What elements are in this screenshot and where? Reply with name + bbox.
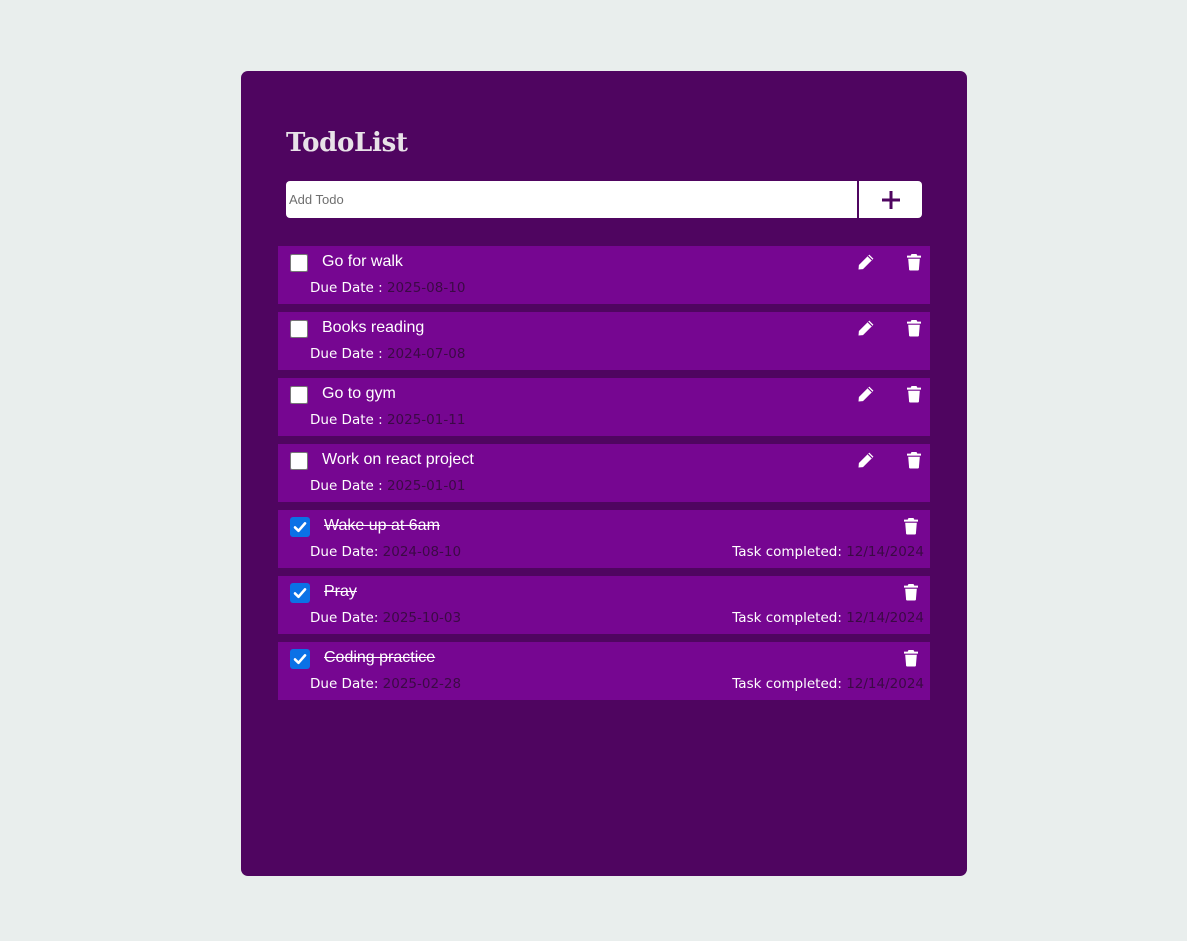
completed-label: Task completed: bbox=[732, 610, 847, 626]
todo-text: Coding practice bbox=[324, 649, 436, 666]
todo-item: Work on react project Due Date : 2025-01… bbox=[278, 444, 930, 502]
pencil-icon bbox=[858, 254, 874, 270]
completed-date-value: 12/14/2024 bbox=[846, 676, 924, 692]
due-date: Due Date : 2025-08-10 bbox=[310, 280, 465, 296]
pencil-icon bbox=[858, 386, 874, 402]
edit-button[interactable] bbox=[856, 318, 876, 338]
add-todo-form bbox=[286, 181, 922, 218]
due-date: Due Date: 2025-02-28 bbox=[310, 676, 461, 692]
trash-icon bbox=[907, 320, 921, 337]
trash-icon bbox=[907, 386, 921, 403]
add-todo-button[interactable] bbox=[859, 181, 922, 218]
todo-checkbox[interactable] bbox=[290, 649, 310, 669]
pencil-icon bbox=[858, 452, 874, 468]
trash-icon bbox=[904, 518, 918, 535]
todo-item: Go for walk Due Date : 2025-08-10 bbox=[278, 246, 930, 304]
todo-text: Go for walk bbox=[322, 253, 403, 270]
due-date-value: 2024-07-08 bbox=[386, 346, 466, 362]
edit-button[interactable] bbox=[856, 450, 876, 470]
due-date: Due Date : 2025-01-11 bbox=[310, 412, 465, 428]
todo-checkbox[interactable] bbox=[290, 254, 308, 272]
todo-text: Wake up at 6am bbox=[324, 517, 440, 534]
trash-icon bbox=[907, 254, 921, 271]
delete-button[interactable] bbox=[901, 582, 921, 602]
due-date-value: 2024-08-10 bbox=[382, 544, 462, 560]
delete-button[interactable] bbox=[901, 648, 921, 668]
due-date-label: Due Date: bbox=[310, 544, 383, 560]
completed-date-value: 12/14/2024 bbox=[846, 610, 924, 626]
completed-date: Task completed: 12/14/2024 bbox=[732, 676, 924, 692]
due-date: Due Date: 2024-08-10 bbox=[310, 544, 461, 560]
delete-button[interactable] bbox=[904, 384, 924, 404]
due-date-value: 2025-10-03 bbox=[382, 610, 462, 626]
due-date-value: 2025-08-10 bbox=[386, 280, 466, 296]
todo-checkbox[interactable] bbox=[290, 517, 310, 537]
delete-button[interactable] bbox=[901, 516, 921, 536]
todo-item-completed: Pray Due Date: 2025-10-03 Task completed… bbox=[278, 576, 930, 634]
checkmark-icon bbox=[293, 588, 307, 599]
trash-icon bbox=[907, 452, 921, 469]
page-title: TodoList bbox=[286, 128, 408, 158]
add-todo-input[interactable] bbox=[286, 181, 857, 218]
todo-checkbox[interactable] bbox=[290, 452, 308, 470]
plus-icon bbox=[881, 190, 900, 209]
todo-text: Work on react project bbox=[322, 451, 474, 468]
todo-text: Go to gym bbox=[322, 385, 396, 402]
todo-list: Go for walk Due Date : 2025-08-10 Books … bbox=[278, 246, 930, 708]
due-date-value: 2025-02-28 bbox=[382, 676, 462, 692]
delete-button[interactable] bbox=[904, 252, 924, 272]
todo-text: Pray bbox=[324, 583, 357, 600]
due-date: Due Date: 2025-10-03 bbox=[310, 610, 461, 626]
edit-button[interactable] bbox=[856, 252, 876, 272]
todo-item: Go to gym Due Date : 2025-01-11 bbox=[278, 378, 930, 436]
due-date-value: 2025-01-01 bbox=[386, 478, 466, 494]
todo-card: TodoList Go for walk Due Date : 2025-08-… bbox=[241, 71, 967, 876]
due-date-label: Due Date : bbox=[310, 412, 387, 428]
trash-icon bbox=[904, 584, 918, 601]
due-date-value: 2025-01-11 bbox=[386, 412, 466, 428]
due-date-label: Due Date : bbox=[310, 346, 387, 362]
due-date-label: Due Date : bbox=[310, 478, 387, 494]
checkmark-icon bbox=[293, 654, 307, 665]
completed-label: Task completed: bbox=[732, 676, 847, 692]
todo-text: Books reading bbox=[322, 319, 425, 336]
completed-date: Task completed: 12/14/2024 bbox=[732, 610, 924, 626]
todo-item-completed: Coding practice Due Date: 2025-02-28 Tas… bbox=[278, 642, 930, 700]
todo-item: Books reading Due Date : 2024-07-08 bbox=[278, 312, 930, 370]
pencil-icon bbox=[858, 320, 874, 336]
edit-button[interactable] bbox=[856, 384, 876, 404]
due-date-label: Due Date : bbox=[310, 280, 387, 296]
completed-date-value: 12/14/2024 bbox=[846, 544, 924, 560]
due-date-label: Due Date: bbox=[310, 610, 383, 626]
todo-checkbox[interactable] bbox=[290, 583, 310, 603]
due-date: Due Date : 2024-07-08 bbox=[310, 346, 465, 362]
due-date-label: Due Date: bbox=[310, 676, 383, 692]
due-date: Due Date : 2025-01-01 bbox=[310, 478, 465, 494]
todo-checkbox[interactable] bbox=[290, 320, 308, 338]
delete-button[interactable] bbox=[904, 450, 924, 470]
delete-button[interactable] bbox=[904, 318, 924, 338]
completed-label: Task completed: bbox=[732, 544, 847, 560]
todo-checkbox[interactable] bbox=[290, 386, 308, 404]
completed-date: Task completed: 12/14/2024 bbox=[732, 544, 924, 560]
checkmark-icon bbox=[293, 522, 307, 533]
todo-item-completed: Wake up at 6am Due Date: 2024-08-10 Task… bbox=[278, 510, 930, 568]
trash-icon bbox=[904, 650, 918, 667]
